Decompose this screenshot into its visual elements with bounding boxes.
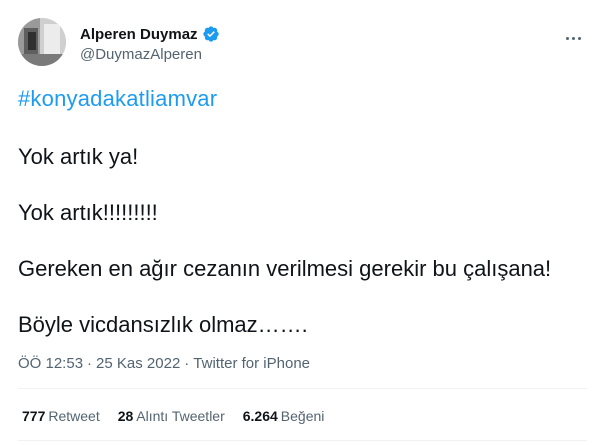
tweet-paragraph: Yok artık ya! — [18, 144, 139, 169]
likes-label: Beğeni — [280, 408, 325, 424]
retweets-label: Retweet — [48, 408, 100, 424]
divider — [18, 440, 587, 441]
quotes-label: Alıntı Tweetler — [136, 408, 225, 424]
tweet-paragraph: Böyle vicdansızlık olmaz……. — [18, 312, 308, 337]
tweet-header: Alperen Duymaz @DuymazAlperen — [18, 16, 601, 68]
tweet-source[interactable]: Twitter for iPhone — [193, 355, 310, 372]
quotes-count: 28 — [117, 408, 134, 424]
tweet-paragraph: Gereken en ağır cezanın verilmesi gereki… — [18, 256, 552, 281]
tweet-time[interactable]: ÖÖ 12:53 — [18, 355, 83, 372]
divider — [18, 388, 587, 389]
hashtag-link[interactable]: #konyadakatliamvar — [18, 86, 217, 112]
author-names: Alperen Duymaz @DuymazAlperen — [80, 25, 220, 63]
quotes-stat[interactable]: 28 Alıntı Tweetler — [118, 408, 225, 424]
avatar-image-icon — [18, 18, 66, 66]
more-options-icon[interactable] — [559, 28, 587, 48]
tweet-body: #konyadakatliamvar Yok artık ya! Yok art… — [18, 86, 587, 337]
tweet-date[interactable]: 25 Kas 2022 — [96, 355, 180, 372]
verified-badge-icon — [202, 25, 220, 43]
likes-count: 6.264 — [242, 408, 278, 424]
retweets-count: 777 — [22, 408, 46, 424]
avatar[interactable] — [18, 18, 66, 66]
retweets-stat[interactable]: 777 Retweet — [22, 408, 100, 424]
tweet-meta: ÖÖ 12:53 · 25 Kas 2022 · Twitter for iPhone — [18, 355, 310, 372]
meta-separator: · — [87, 355, 93, 372]
likes-stat[interactable]: 6.264 Beğeni — [243, 408, 325, 424]
meta-separator: · — [184, 355, 190, 372]
author-display-name[interactable]: Alperen Duymaz — [80, 26, 198, 43]
author-handle[interactable]: @DuymazAlperen — [80, 46, 220, 63]
tweet-paragraph: Yok artık!!!!!!!!! — [18, 200, 158, 225]
tweet-stats: 777 Retweet 28 Alıntı Tweetler 6.264 Beğeni — [22, 408, 324, 424]
